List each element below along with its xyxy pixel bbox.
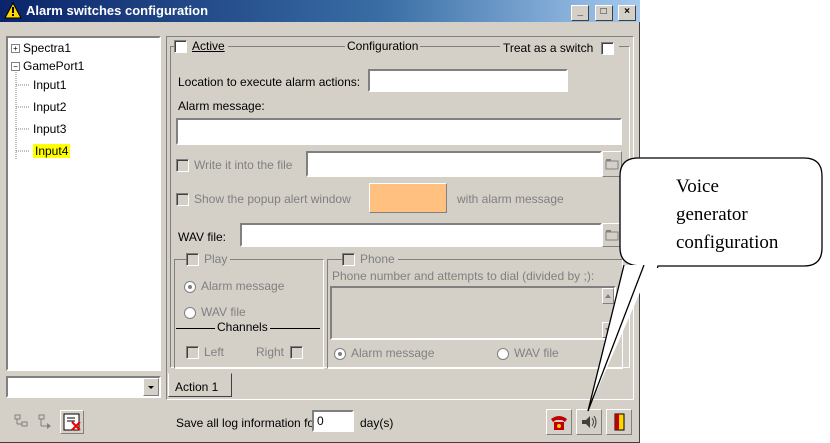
callout-line3: configuration	[676, 232, 779, 253]
configuration-title: Configuration	[345, 39, 421, 53]
play-alarm-message-radio[interactable]: Alarm message	[184, 279, 284, 293]
tree-item-gameport1[interactable]: − GamePort1	[11, 59, 84, 73]
play-wav-file-label: WAV file	[201, 305, 246, 319]
callout-text: Voice generator configuration	[676, 173, 778, 257]
telephone-icon	[551, 416, 567, 430]
tree-item-label: Spectra1	[23, 41, 72, 55]
days-input[interactable]: 0	[312, 410, 354, 432]
alarm-message-label: Alarm message:	[178, 99, 265, 113]
left-channel-label: Left	[204, 345, 225, 359]
popup-color-button[interactable]	[369, 183, 447, 213]
expand-icon[interactable]: +	[11, 44, 20, 54]
close-button[interactable]: ×	[618, 5, 636, 21]
minimize-button[interactable]: _	[571, 5, 590, 21]
days-suffix: day(s)	[360, 416, 394, 430]
warning-icon	[4, 2, 22, 19]
tree-item-spectra1[interactable]: + Spectra1	[11, 41, 71, 55]
phone-settings-button[interactable]	[546, 409, 572, 435]
wav-file-input[interactable]	[240, 223, 602, 247]
maximize-button[interactable]: □	[594, 5, 613, 21]
phone-alarm-message-label: Alarm message	[351, 346, 435, 360]
phone-wav-file-label: WAV file	[514, 346, 559, 360]
play-alarm-message-label: Alarm message	[201, 279, 285, 293]
phone-label: Phone	[360, 252, 395, 266]
location-input[interactable]	[368, 69, 568, 92]
active-label: Active	[192, 39, 225, 53]
write-file-checkbox[interactable]: Write it into the file	[176, 158, 293, 173]
delete-icon	[63, 413, 81, 431]
treat-as-switch-label: Treat as a switch	[503, 41, 594, 55]
phone-checkbox[interactable]: Phone	[342, 252, 398, 267]
tab-action1[interactable]: Action 1	[168, 373, 232, 397]
tree-item-input4[interactable]: Input4	[33, 144, 71, 158]
alarm-config-window: Alarm switches configuration _ □ × + Spec…	[0, 0, 640, 443]
window-title: Alarm switches configuration	[26, 3, 209, 18]
right-channel-checkbox[interactable]: Right	[256, 345, 308, 360]
phone-hint: Phone number and attempts to dial (divid…	[332, 269, 595, 283]
phone-alarm-message-radio[interactable]: Alarm message	[334, 346, 434, 360]
chevron-down-icon	[148, 386, 154, 389]
play-checkbox[interactable]: Play	[186, 252, 231, 267]
left-channel-checkbox[interactable]: Left	[186, 345, 225, 360]
tree-collapse-button[interactable]	[36, 412, 56, 432]
phone-input[interactable]	[330, 286, 616, 340]
title-bar[interactable]: Alarm switches configuration _ □ ×	[0, 0, 640, 22]
tree-expand-button[interactable]	[12, 412, 32, 432]
tree-item-input2[interactable]: Input2	[33, 100, 66, 114]
popup-suffix: with alarm message	[457, 192, 564, 206]
tree-item-label: GamePort1	[23, 59, 85, 73]
tree-expand-icon	[14, 414, 28, 427]
callout-line2: generator	[676, 204, 748, 225]
delete-item-button[interactable]	[60, 410, 84, 434]
tree-item-input1[interactable]: Input1	[33, 78, 66, 92]
callout-pointer	[587, 265, 650, 412]
callout-line1: Voice	[676, 176, 719, 197]
wav-file-label: WAV file:	[178, 230, 227, 244]
channels-label: Channels	[215, 320, 270, 334]
phone-wav-file-radio[interactable]: WAV file	[497, 346, 559, 360]
write-file-label: Write it into the file	[194, 158, 293, 172]
dropdown-button[interactable]	[143, 378, 159, 396]
right-channel-label: Right	[256, 345, 285, 359]
device-combo[interactable]	[6, 376, 161, 398]
play-wav-file-radio[interactable]: WAV file	[184, 305, 246, 319]
popup-checkbox[interactable]: Show the popup alert window	[176, 192, 351, 207]
play-label: Play	[204, 252, 228, 266]
device-tree[interactable]: + Spectra1 − GamePort1 Input1 Input2 Input…	[6, 36, 161, 371]
location-label: Location to execute alarm actions:	[178, 75, 361, 89]
tree-collapse-icon	[38, 414, 51, 429]
save-log-label: Save all log information for	[176, 416, 319, 430]
write-file-input[interactable]	[306, 151, 602, 177]
collapse-icon[interactable]: −	[11, 62, 20, 72]
popup-label: Show the popup alert window	[194, 192, 351, 206]
treat-as-switch-checkbox[interactable]: Treat as a switch	[500, 41, 620, 56]
active-checkbox[interactable]: Active	[174, 39, 228, 54]
alarm-message-input[interactable]	[176, 118, 622, 145]
tree-item-input3[interactable]: Input3	[33, 122, 66, 136]
